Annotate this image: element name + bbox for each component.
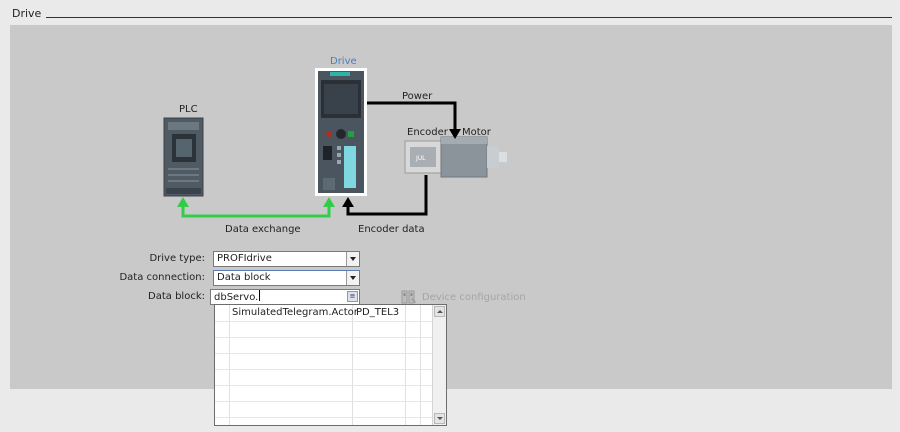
- list-item-empty: [215, 337, 432, 354]
- drive-label: Drive: [330, 56, 357, 67]
- data-exchange-arrowhead-right: [323, 197, 335, 207]
- chevron-down-icon: [350, 257, 356, 261]
- dropdown-scrollbar[interactable]: [432, 305, 446, 425]
- drive-type-dropdown-button[interactable]: [346, 252, 359, 266]
- data-exchange-arrow: [181, 205, 331, 218]
- data-exchange-label: Data exchange: [225, 224, 301, 235]
- drive-type-label: Drive type:: [149, 253, 205, 264]
- list-item[interactable]: SimulatedTelegram.Actor PD_TEL3: [215, 305, 432, 322]
- drive-device[interactable]: [315, 68, 367, 196]
- encoder-data-label: Encoder data: [358, 224, 425, 235]
- text-caret: [259, 290, 261, 301]
- list-item-empty: [215, 385, 432, 402]
- data-exchange-arrowhead-left: [177, 197, 189, 207]
- data-connection-label: Data connection:: [119, 272, 205, 283]
- data-block-label: Data block:: [148, 291, 205, 302]
- plc-label: PLC: [179, 104, 198, 115]
- data-block-input[interactable]: dbServo. ≡: [210, 289, 360, 305]
- list-item-empty: [215, 353, 432, 370]
- scroll-down-button[interactable]: [434, 413, 445, 424]
- drive-type-select[interactable]: PROFIdrive: [213, 251, 360, 267]
- data-block-list: SimulatedTelegram.Actor PD_TEL3: [215, 305, 432, 425]
- encoder-data-arrowhead: [342, 197, 354, 207]
- drive-type-value: PROFIdrive: [217, 253, 272, 264]
- encoder-label: Encoder: [407, 127, 449, 138]
- svg-text:JUL: JUL: [415, 155, 426, 162]
- scroll-up-button[interactable]: [434, 306, 445, 317]
- data-connection-row: Data connection:: [0, 270, 205, 286]
- plc-device[interactable]: [163, 117, 204, 197]
- data-block-dropdown[interactable]: SimulatedTelegram.Actor PD_TEL3: [214, 304, 447, 426]
- data-block-row: Data block:: [0, 289, 205, 305]
- list-item-name: SimulatedTelegram.Actor: [232, 307, 358, 318]
- list-item-empty: [215, 401, 432, 418]
- list-item-empty: [215, 321, 432, 338]
- motor-label: Motor: [462, 127, 492, 138]
- device-config-icon: [401, 290, 416, 304]
- list-item-empty: [215, 369, 432, 386]
- motor-device[interactable]: JUL: [404, 136, 507, 178]
- data-connection-value: Data block: [217, 272, 271, 283]
- data-connection-dropdown-button[interactable]: [346, 271, 359, 285]
- browse-button[interactable]: ≡: [347, 291, 358, 302]
- list-item-type: PD_TEL3: [356, 307, 400, 318]
- power-label: Power: [402, 91, 433, 102]
- chevron-down-icon: [350, 276, 356, 280]
- device-configuration-label: Device configuration: [422, 291, 526, 303]
- data-connection-select[interactable]: Data block: [213, 270, 360, 286]
- data-block-value: dbServo.: [214, 292, 259, 303]
- chevron-down-icon: [436, 417, 443, 420]
- drive-type-row: Drive type:: [0, 251, 205, 267]
- chevron-up-icon: [436, 310, 443, 313]
- list-icon: ≡: [349, 292, 356, 300]
- device-configuration-button[interactable]: Device configuration: [401, 289, 526, 305]
